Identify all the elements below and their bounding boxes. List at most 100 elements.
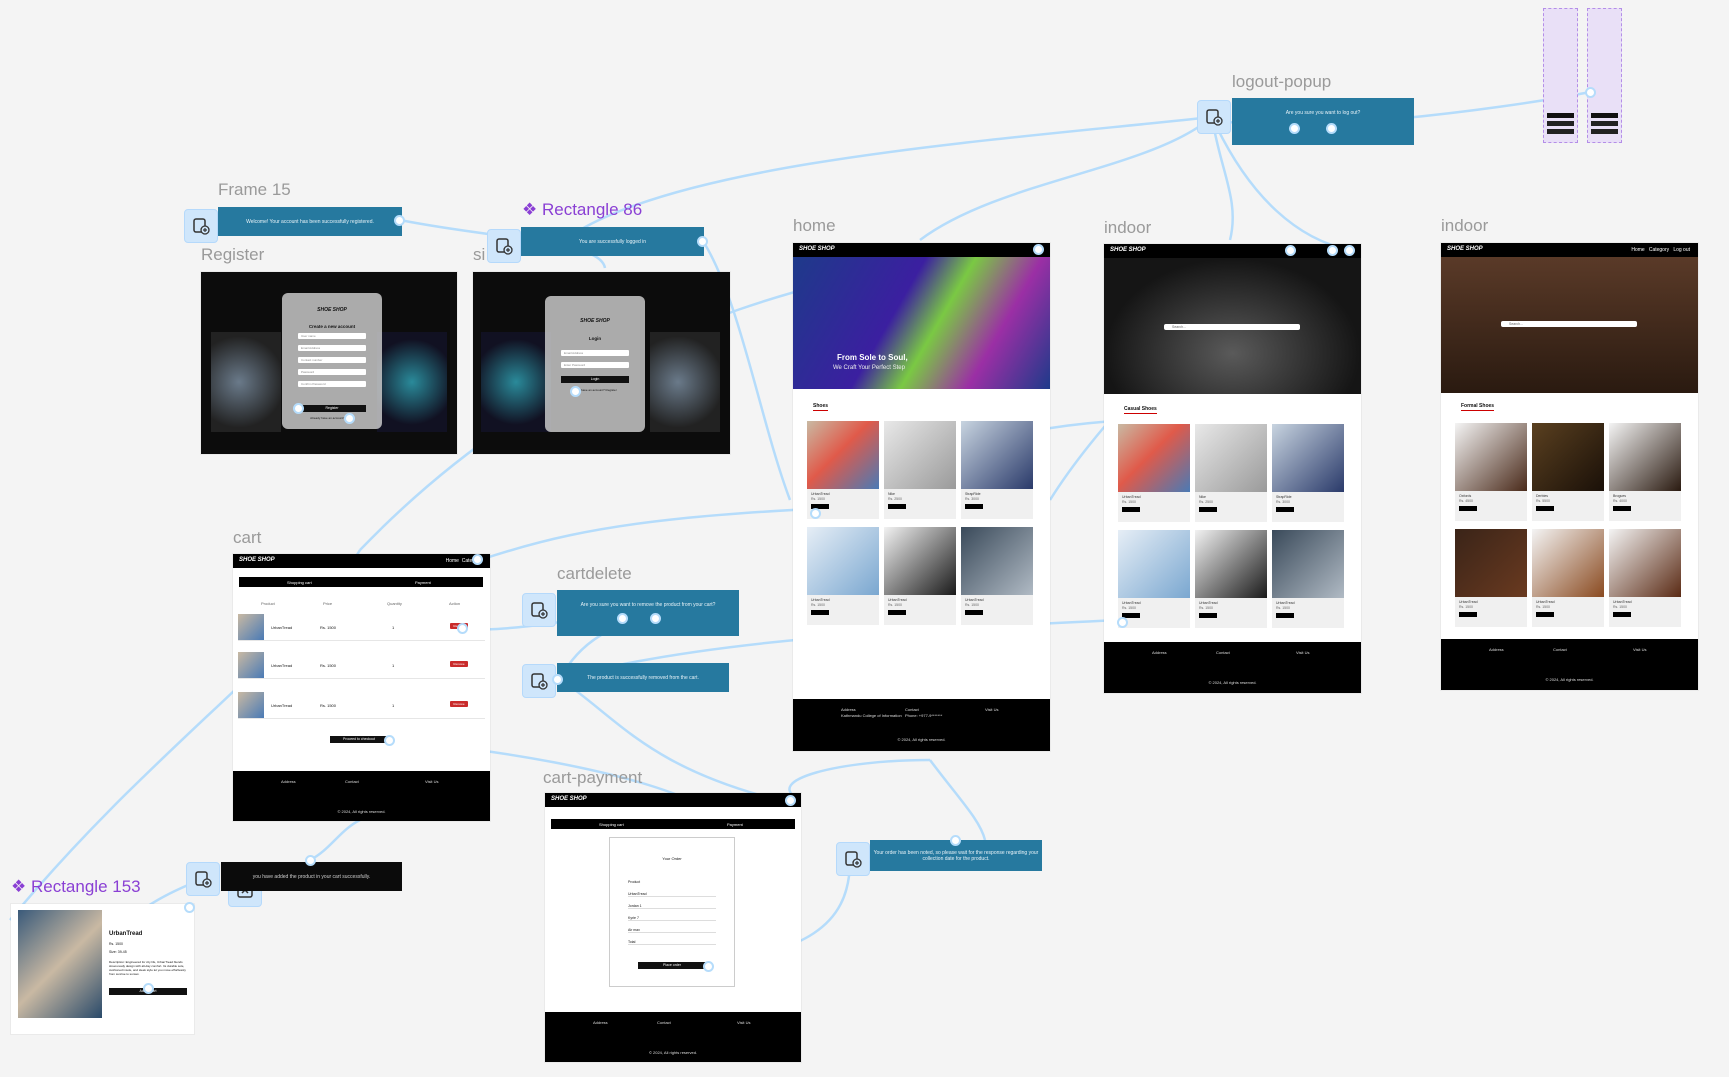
confirm-password-field[interactable]: Confirm Password — [298, 381, 366, 387]
tab-shopping-cart[interactable]: Shopping cart — [287, 580, 312, 585]
view-button[interactable] — [888, 504, 906, 509]
quantity-stepper[interactable]: 1 — [392, 703, 394, 708]
quantity-stepper[interactable]: 1 — [392, 663, 394, 668]
connection-handle[interactable] — [1327, 245, 1338, 256]
category-dropdown[interactable] — [1591, 113, 1618, 118]
product-card[interactable]: UrbanTread Rs. 1500 — [1272, 530, 1344, 628]
dropdown-option[interactable] — [1591, 129, 1618, 134]
category-dropdown[interactable] — [1547, 113, 1574, 118]
nav-logout[interactable]: Log out — [1673, 247, 1690, 253]
connection-handle[interactable] — [344, 413, 355, 424]
username-field[interactable]: User name — [298, 333, 366, 339]
tab-shopping-cart[interactable]: Shopping cart — [599, 822, 624, 827]
contact-field[interactable]: Contact number — [298, 357, 366, 363]
add-interaction-icon[interactable] — [184, 209, 218, 243]
product-card[interactable]: StrapRide Rs. 3000 — [961, 421, 1033, 519]
remove-button[interactable]: Remove — [450, 661, 468, 667]
view-button[interactable] — [965, 504, 983, 509]
password-field[interactable]: Enter Password — [561, 362, 629, 368]
product-card[interactable]: UrbanTread Rs. 1500 — [807, 527, 879, 625]
connection-handle[interactable] — [1117, 617, 1128, 628]
product-card[interactable]: UrbanTread Rs. 1500 — [1195, 530, 1267, 628]
product-card[interactable]: UrbanTread Rs. 1500 — [1118, 530, 1190, 628]
connection-handle[interactable] — [617, 613, 628, 624]
view-button[interactable] — [811, 610, 829, 615]
connection-handle[interactable] — [950, 835, 961, 846]
view-button[interactable] — [1199, 507, 1217, 512]
connection-handle[interactable] — [1289, 123, 1300, 134]
nav-home[interactable]: Home — [446, 558, 459, 564]
product-card[interactable]: Oxfords Rs. 4500 — [1455, 423, 1527, 521]
place-order-button[interactable]: Place order — [638, 962, 706, 969]
add-interaction-icon[interactable] — [186, 862, 220, 896]
register-button[interactable]: Register — [298, 405, 366, 412]
register-link[interactable]: Don't have an account? Register — [545, 388, 645, 392]
tab-payment[interactable]: Payment — [727, 822, 743, 827]
product-card[interactable]: StrapRide Rs. 3000 — [1272, 424, 1344, 522]
nav-home[interactable]: Home — [1631, 247, 1644, 253]
view-button[interactable] — [1459, 506, 1477, 511]
nav-category[interactable]: Category — [1649, 247, 1669, 253]
connection-handle[interactable] — [457, 623, 468, 634]
connection-handle[interactable] — [384, 735, 395, 746]
connection-handle[interactable] — [394, 215, 405, 226]
product-card[interactable]: UrbanTread Rs. 1500 — [1455, 529, 1527, 627]
product-card[interactable]: Nike Rs. 2500 — [1195, 424, 1267, 522]
view-button[interactable] — [1613, 506, 1631, 511]
quantity-stepper[interactable]: 1 — [392, 625, 394, 630]
view-button[interactable] — [1536, 506, 1554, 511]
add-interaction-icon[interactable] — [487, 229, 521, 263]
connection-handle[interactable] — [552, 674, 563, 685]
connection-handle[interactable] — [1033, 244, 1044, 255]
password-field[interactable]: Password — [298, 369, 366, 375]
connection-handle[interactable] — [650, 613, 661, 624]
dropdown-option[interactable] — [1547, 121, 1574, 126]
search-input[interactable]: Search... — [1501, 321, 1637, 327]
product-card[interactable]: Brogues Rs. 4000 — [1609, 423, 1681, 521]
connection-handle[interactable] — [1585, 87, 1596, 98]
view-button[interactable] — [1122, 507, 1140, 512]
connection-handle[interactable] — [703, 961, 714, 972]
email-field[interactable]: Email Address — [561, 350, 629, 356]
connection-handle[interactable] — [810, 508, 821, 519]
product-card[interactable]: UrbanTread Rs. 1500 — [961, 527, 1033, 625]
add-interaction-icon[interactable] — [522, 593, 556, 627]
add-interaction-icon[interactable] — [836, 842, 870, 876]
tab-payment[interactable]: Payment — [415, 580, 431, 585]
view-button[interactable] — [888, 610, 906, 615]
connection-handle[interactable] — [305, 855, 316, 866]
add-interaction-icon[interactable] — [1197, 100, 1231, 134]
view-button[interactable] — [1199, 613, 1217, 618]
remove-button[interactable]: Remove — [450, 701, 468, 707]
dropdown-option[interactable] — [1591, 121, 1618, 126]
connection-handle[interactable] — [785, 795, 796, 806]
add-interaction-icon[interactable] — [522, 664, 556, 698]
connection-handle[interactable] — [472, 554, 483, 565]
view-button[interactable] — [965, 610, 983, 615]
view-button[interactable] — [1613, 612, 1631, 617]
prototype-canvas[interactable]: Frame 15 Welcome! Your account has been … — [0, 0, 1729, 1077]
view-button[interactable] — [1536, 612, 1554, 617]
product-card[interactable]: Derbies Rs. 5500 — [1532, 423, 1604, 521]
login-button[interactable]: Login — [561, 376, 629, 383]
product-card[interactable]: UrbanTread Rs. 1500 — [1609, 529, 1681, 627]
connection-handle[interactable] — [184, 902, 195, 913]
view-button[interactable] — [1276, 613, 1294, 618]
view-button[interactable] — [1276, 507, 1294, 512]
product-card[interactable]: UrbanTread Rs. 1500 — [1532, 529, 1604, 627]
checkout-button[interactable]: Proceed to checkout — [330, 736, 388, 743]
view-button[interactable] — [1459, 612, 1477, 617]
product-card[interactable]: Nike Rs. 2500 — [884, 421, 956, 519]
email-field[interactable]: Email Address — [298, 345, 366, 351]
product-card[interactable]: UrbanTread Rs. 1500 — [884, 527, 956, 625]
connection-handle[interactable] — [570, 386, 581, 397]
product-card[interactable]: UrbanTread Rs. 1500 — [1118, 424, 1190, 522]
search-input[interactable]: Search... — [1164, 324, 1300, 330]
login-link[interactable]: Already have an account? Log in — [282, 416, 382, 420]
connection-handle[interactable] — [1344, 245, 1355, 256]
product-card[interactable]: UrbanTread Rs. 1500 — [807, 421, 879, 519]
connection-handle[interactable] — [1326, 123, 1337, 134]
connection-handle[interactable] — [143, 983, 154, 994]
connection-handle[interactable] — [697, 236, 708, 247]
dropdown-option[interactable] — [1547, 129, 1574, 134]
